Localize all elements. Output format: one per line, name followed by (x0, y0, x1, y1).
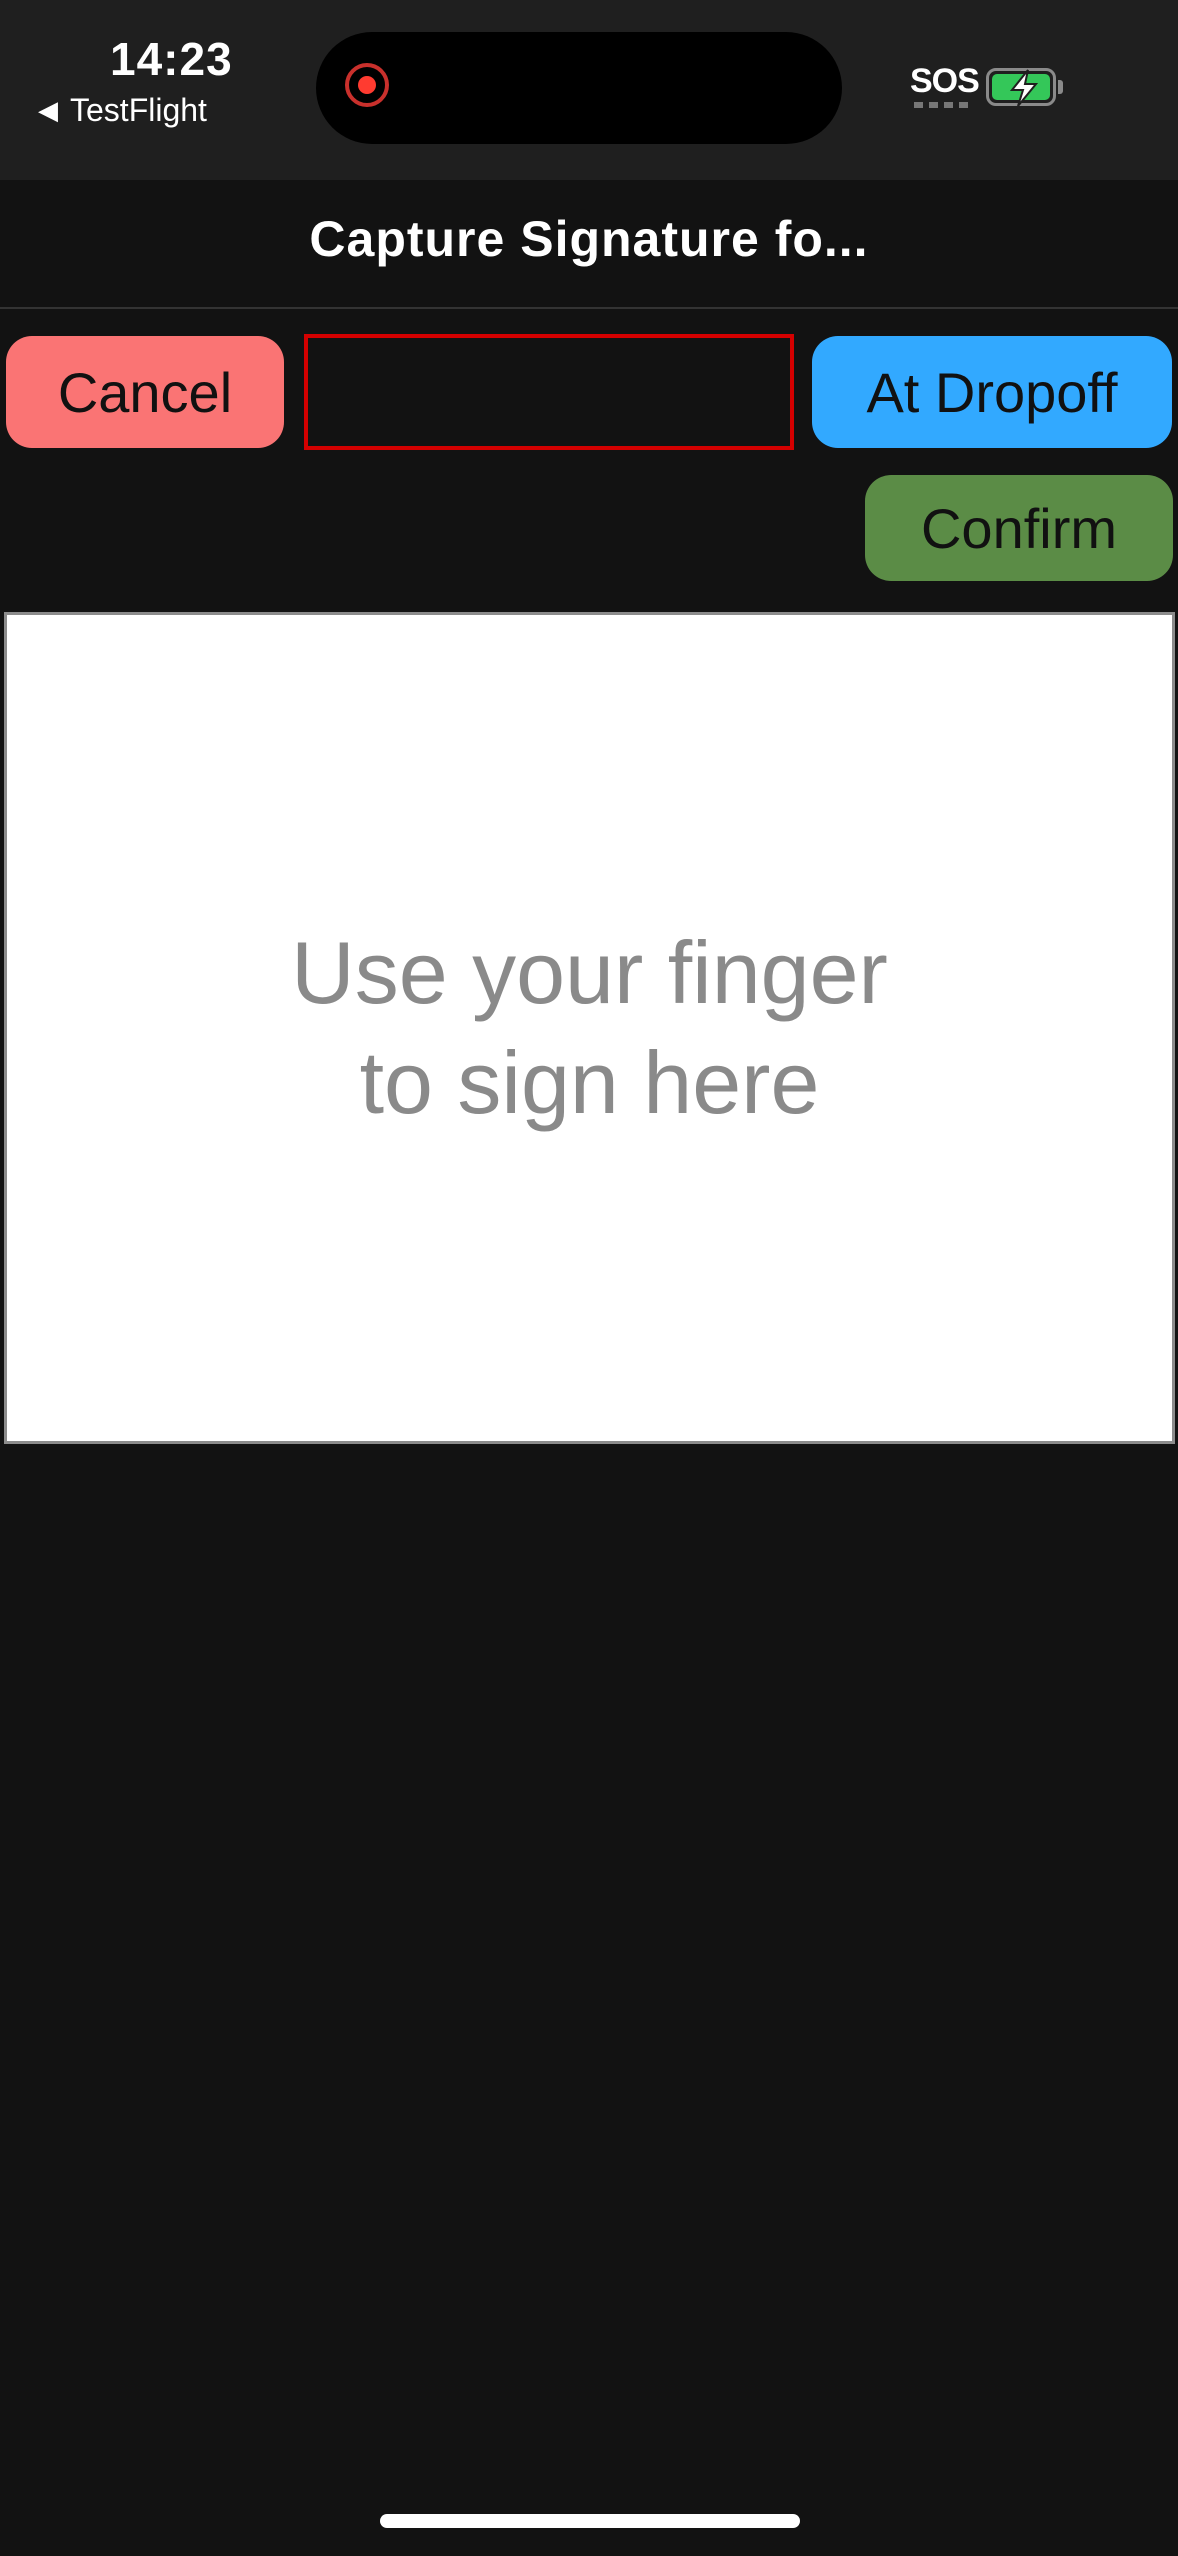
battery-nub (1058, 80, 1063, 94)
back-app-label: TestFlight (70, 92, 207, 128)
back-to-app-link[interactable]: ◀ TestFlight (38, 92, 207, 129)
at-dropoff-button[interactable]: At Dropoff (812, 336, 1172, 448)
signature-pad[interactable]: Use your finger to sign here (4, 612, 1175, 1444)
signature-hint: Use your finger to sign here (291, 923, 888, 1132)
record-dot (358, 76, 376, 94)
sos-indicator: SOS (910, 62, 980, 100)
clock: 14:23 (110, 33, 233, 85)
page-title: Capture Signature fo... (309, 211, 869, 267)
nav-divider (0, 307, 1178, 309)
battery-level (992, 69, 1050, 107)
battery-icon (986, 68, 1056, 107)
cancel-button[interactable]: Cancel (6, 336, 284, 448)
back-triangle-icon: ◀ (38, 95, 58, 125)
charging-bolt-icon (1009, 69, 1039, 107)
status-bar: 14:23 ◀ TestFlight SOS (0, 0, 1178, 180)
dynamic-island (316, 32, 842, 144)
signer-name-input[interactable] (304, 334, 794, 450)
signal-dots (914, 102, 968, 108)
home-indicator[interactable] (380, 2514, 800, 2528)
confirm-button[interactable]: Confirm (865, 475, 1173, 581)
